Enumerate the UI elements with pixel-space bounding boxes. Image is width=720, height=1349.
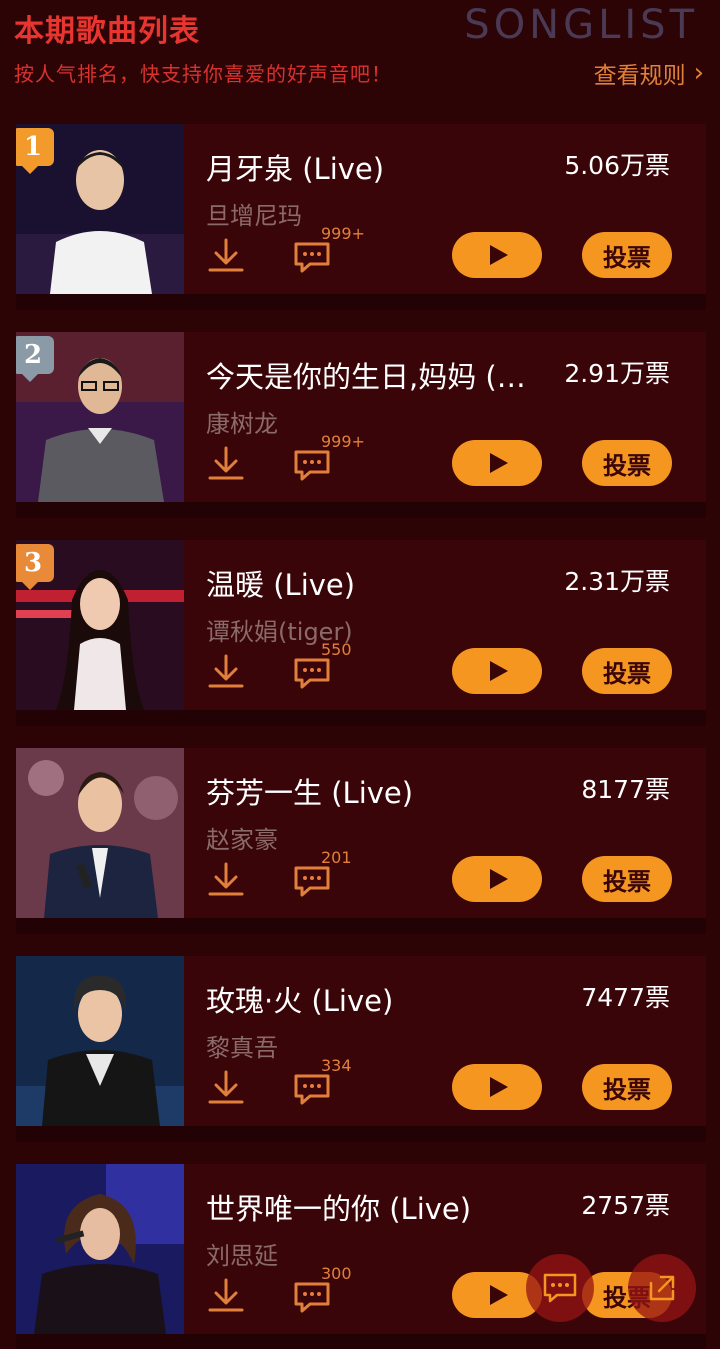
singer-photo[interactable] [16, 1164, 184, 1334]
artist-name[interactable]: 黎真吾 [206, 1028, 278, 1063]
comment-count: 300 [321, 1264, 352, 1283]
song-title[interactable]: 玫瑰·火 (Live) [206, 978, 393, 1020]
singer-photo[interactable] [16, 748, 184, 918]
view-rules-label: 查看规则 [593, 63, 686, 89]
play-button[interactable] [452, 1064, 542, 1110]
artist-name[interactable]: 赵家豪 [206, 820, 278, 855]
chevron-right-icon: › [693, 58, 704, 88]
song-title[interactable]: 世界唯一的你 (Live) [206, 1186, 471, 1228]
song-list-page: 本期歌曲列表 SONGLIST 按人气排名，快支持你喜爱的好声音吧！ 查看规则 … [0, 0, 720, 1349]
vote-button[interactable]: 投票 [582, 232, 672, 278]
play-icon [490, 245, 508, 265]
comment-icon[interactable] [292, 654, 332, 692]
page-title: 本期歌曲列表 [14, 14, 200, 49]
brand-word: SONGLIST [464, 2, 698, 48]
play-icon [490, 1285, 508, 1305]
comment-count: 999+ [321, 432, 365, 451]
view-rules-link[interactable]: 查看规则 › [594, 56, 704, 90]
vote-count: 2.91万票 [564, 359, 670, 388]
song-item[interactable]: 3 温暖 (Live) 2.31万票 谭秋娟(tiger) 550 投票 [16, 540, 706, 726]
play-icon [490, 661, 508, 681]
play-button[interactable] [452, 648, 542, 694]
download-icon[interactable] [206, 652, 246, 692]
vote-count: 5.06万票 [564, 151, 670, 180]
singer-photo[interactable] [16, 956, 184, 1126]
comment-count: 201 [321, 848, 352, 867]
comment-icon[interactable] [292, 1278, 332, 1316]
play-button[interactable] [452, 232, 542, 278]
vote-button[interactable]: 投票 [582, 648, 672, 694]
song-title[interactable]: 温暖 (Live) [206, 562, 355, 604]
song-title[interactable]: 月牙泉 (Live) [206, 146, 384, 188]
play-icon [490, 453, 508, 473]
artist-name[interactable]: 康树龙 [206, 404, 278, 439]
vote-button[interactable]: 投票 [582, 1064, 672, 1110]
play-icon [490, 1077, 508, 1097]
vote-button[interactable]: 投票 [582, 856, 672, 902]
comment-icon[interactable] [292, 238, 332, 276]
vote-count: 2.31万票 [564, 567, 670, 596]
play-button[interactable] [452, 856, 542, 902]
comment-count: 334 [321, 1056, 352, 1075]
download-icon[interactable] [206, 1068, 246, 1108]
download-icon[interactable] [206, 860, 246, 900]
floating-share-button[interactable] [628, 1254, 696, 1322]
play-button[interactable] [452, 440, 542, 486]
page-subtitle: 按人气排名，快支持你喜爱的好声音吧！ [14, 62, 392, 86]
song-item[interactable]: 玫瑰·火 (Live) 7477票 黎真吾 334 投票 [16, 956, 706, 1142]
play-icon [490, 869, 508, 889]
song-item[interactable]: 芬芳一生 (Live) 8177票 赵家豪 201 投票 [16, 748, 706, 934]
header: 本期歌曲列表 SONGLIST 按人气排名，快支持你喜爱的好声音吧！ 查看规则 … [0, 0, 720, 108]
singer-photo-image [16, 1164, 184, 1334]
rank-badge: 3 [16, 544, 54, 590]
share-icon [649, 1275, 675, 1301]
floating-chat-button[interactable] [526, 1254, 594, 1322]
download-icon[interactable] [206, 236, 246, 276]
singer-photo[interactable]: 1 [16, 124, 184, 294]
comment-count: 999+ [321, 224, 365, 243]
rank-badge: 2 [16, 336, 54, 382]
singer-photo[interactable]: 2 [16, 332, 184, 502]
singer-photo-image [16, 956, 184, 1126]
rank-badge: 1 [16, 128, 54, 174]
song-item[interactable]: 世界唯一的你 (Live) 2757票 刘思延 300 投票 [16, 1164, 706, 1349]
artist-name[interactable]: 刘思延 [206, 1236, 278, 1271]
vote-button[interactable]: 投票 [582, 440, 672, 486]
song-item[interactable]: 2 今天是你的生日,妈妈 (… 2.91万票 康树龙 999+ 投票 [16, 332, 706, 518]
song-item[interactable]: 1 月牙泉 (Live) 5.06万票 旦增尼玛 999+ 投票 [16, 124, 706, 310]
vote-count: 2757票 [581, 1191, 670, 1220]
song-title[interactable]: 今天是你的生日,妈妈 (… [206, 354, 526, 396]
comment-icon[interactable] [292, 1070, 332, 1108]
song-title[interactable]: 芬芳一生 (Live) [206, 770, 413, 812]
vote-count: 7477票 [581, 983, 670, 1012]
chat-bubble-icon [543, 1273, 577, 1303]
download-icon[interactable] [206, 444, 246, 484]
comment-count: 550 [321, 640, 352, 659]
singer-photo[interactable]: 3 [16, 540, 184, 710]
vote-count: 8177票 [581, 775, 670, 804]
download-icon[interactable] [206, 1276, 246, 1316]
artist-name[interactable]: 旦增尼玛 [206, 196, 302, 231]
comment-icon[interactable] [292, 862, 332, 900]
comment-icon[interactable] [292, 446, 332, 484]
singer-photo-image [16, 748, 184, 918]
